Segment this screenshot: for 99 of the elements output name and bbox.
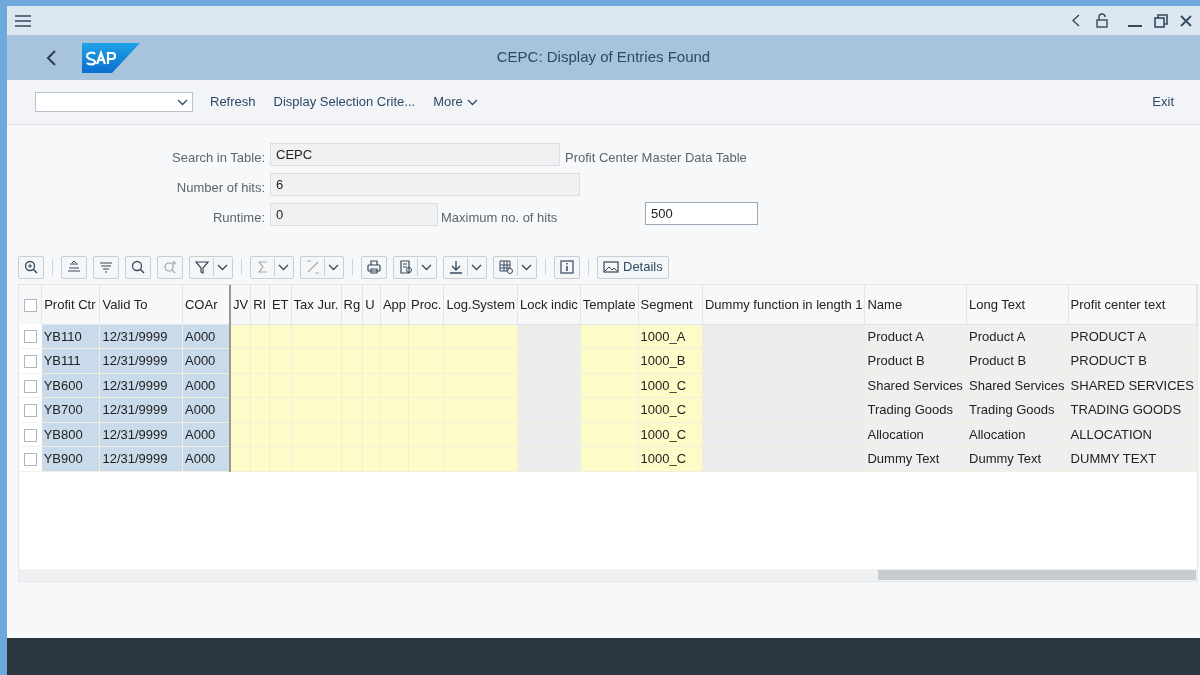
checkbox[interactable] bbox=[23, 379, 37, 393]
table-cell: ALLOCATION bbox=[1068, 422, 1197, 447]
chevron-down-icon bbox=[278, 263, 289, 271]
menu-button[interactable] bbox=[189, 255, 233, 279]
column-header[interactable]: Segment bbox=[638, 285, 703, 324]
column-header[interactable]: ET bbox=[269, 285, 292, 324]
toolbar-button[interactable] bbox=[361, 255, 387, 279]
checkbox[interactable] bbox=[23, 428, 37, 442]
toolbar-button[interactable] bbox=[554, 255, 580, 279]
lock-icon[interactable] bbox=[1096, 13, 1108, 28]
table-cell: Allocation bbox=[865, 422, 967, 447]
chevron-down-icon bbox=[466, 98, 478, 106]
field-label: Maximum no. of hits bbox=[441, 209, 558, 227]
input-field[interactable]: 6 bbox=[270, 173, 580, 196]
dropdown-field[interactable] bbox=[35, 92, 193, 112]
menu-button[interactable] bbox=[393, 255, 437, 279]
toolbar-button[interactable]: Display Selection Crite... bbox=[266, 88, 423, 116]
search-icon bbox=[130, 259, 146, 275]
table-cell: Allocation bbox=[966, 422, 1069, 447]
info-icon bbox=[559, 259, 575, 275]
column-header[interactable]: Long Text bbox=[966, 285, 1069, 324]
field-label: Profit Center Master Data Table bbox=[565, 149, 747, 167]
menu-button[interactable] bbox=[443, 255, 487, 279]
column-header[interactable]: Name bbox=[865, 285, 967, 324]
chevron-down-icon bbox=[521, 263, 532, 271]
scrollbar[interactable] bbox=[19, 569, 1197, 581]
back-icon[interactable] bbox=[1072, 14, 1080, 27]
sort-ascending-icon bbox=[66, 259, 82, 275]
back-icon[interactable] bbox=[46, 49, 56, 66]
column-header[interactable]: Valid To bbox=[99, 285, 183, 324]
column-header[interactable]: Profit center text bbox=[1068, 285, 1197, 324]
table-cell: Shared Services bbox=[966, 373, 1069, 398]
grid-settings-icon bbox=[498, 259, 514, 275]
table-cell: SHARED SERVICES bbox=[1068, 373, 1197, 398]
close-icon[interactable] bbox=[1180, 14, 1192, 27]
table-cell: PRODUCT B bbox=[1068, 348, 1197, 373]
window-title: CEPC: Display of Entries Found bbox=[496, 47, 711, 68]
chevron-down-icon bbox=[177, 98, 188, 106]
column-header[interactable]: RI bbox=[250, 285, 270, 324]
chevron-down-icon bbox=[328, 263, 339, 271]
details-button[interactable]: Details bbox=[597, 255, 669, 279]
table-cell: 12/31/9999 bbox=[99, 373, 183, 398]
logo-icon bbox=[82, 42, 140, 73]
zoom-icon bbox=[23, 259, 39, 275]
field-label: Number of hits: bbox=[175, 179, 265, 197]
table-cell: Product B bbox=[966, 348, 1069, 373]
column-header[interactable]: U bbox=[362, 285, 381, 324]
toolbar-button[interactable] bbox=[125, 255, 151, 279]
exit-button[interactable]: Exit bbox=[1148, 92, 1178, 112]
table-cell: Product B bbox=[865, 348, 967, 373]
table-cell: Shared Services bbox=[865, 373, 967, 398]
chevron-down-icon bbox=[421, 263, 432, 271]
print-icon bbox=[366, 259, 382, 275]
checkbox[interactable] bbox=[23, 404, 37, 418]
toolbar-button[interactable] bbox=[18, 255, 44, 279]
input-field[interactable]: 500 bbox=[645, 202, 758, 225]
checkbox[interactable] bbox=[23, 298, 37, 312]
restore-icon[interactable] bbox=[1154, 13, 1168, 28]
filter-icon bbox=[194, 259, 210, 275]
table-cell: Trading Goods bbox=[966, 397, 1069, 422]
column-header[interactable]: Profit Ctr bbox=[41, 285, 100, 324]
checkbox[interactable] bbox=[23, 330, 37, 344]
image-icon bbox=[603, 259, 619, 275]
column-header[interactable]: JV bbox=[230, 285, 251, 324]
table-cell: Product A bbox=[865, 324, 967, 349]
input-field[interactable]: CEPC bbox=[270, 143, 560, 166]
document-search-icon bbox=[398, 259, 414, 275]
table-cell: Dummy Text bbox=[966, 446, 1069, 471]
column-header[interactable]: Dummy function in length 1 bbox=[702, 285, 865, 324]
field-label: Runtime: bbox=[211, 209, 265, 227]
column-header[interactable]: Proc. bbox=[408, 285, 444, 324]
column-header[interactable]: Tax Jur. bbox=[291, 285, 341, 324]
table-cell: PRODUCT A bbox=[1068, 324, 1197, 349]
checkbox[interactable] bbox=[23, 355, 37, 369]
checkbox[interactable] bbox=[23, 453, 37, 467]
more-button[interactable]: More bbox=[426, 88, 485, 116]
column-header[interactable]: App bbox=[380, 285, 409, 324]
menu-icon[interactable] bbox=[15, 14, 31, 27]
column-header[interactable]: Log.System bbox=[443, 285, 518, 324]
table-cell: Product A bbox=[966, 324, 1069, 349]
input-field[interactable]: 0 bbox=[270, 203, 438, 226]
table-cell: 12/31/9999 bbox=[99, 324, 183, 349]
column-header[interactable]: Lock indic bbox=[517, 285, 581, 324]
field-label: Search in Table: bbox=[171, 149, 265, 167]
toolbar-button[interactable]: Refresh bbox=[203, 88, 263, 116]
subtotal-icon bbox=[305, 259, 321, 275]
column-header[interactable]: Rg bbox=[341, 285, 363, 324]
column-header[interactable]: Template bbox=[580, 285, 639, 324]
table-cell: Dummy Text bbox=[865, 446, 967, 471]
table-cell: TRADING GOODS bbox=[1068, 397, 1197, 422]
chevron-down-icon bbox=[217, 263, 228, 271]
menu-button[interactable] bbox=[493, 255, 537, 279]
table-cell: 12/31/9999 bbox=[99, 422, 183, 447]
chevron-down-icon bbox=[471, 263, 482, 271]
search-plus-icon bbox=[162, 259, 178, 275]
table-cell: DUMMY TEXT bbox=[1068, 446, 1197, 471]
sort-descending-icon bbox=[98, 259, 114, 275]
table-cell: Trading Goods bbox=[865, 397, 967, 422]
download-icon bbox=[448, 259, 464, 275]
